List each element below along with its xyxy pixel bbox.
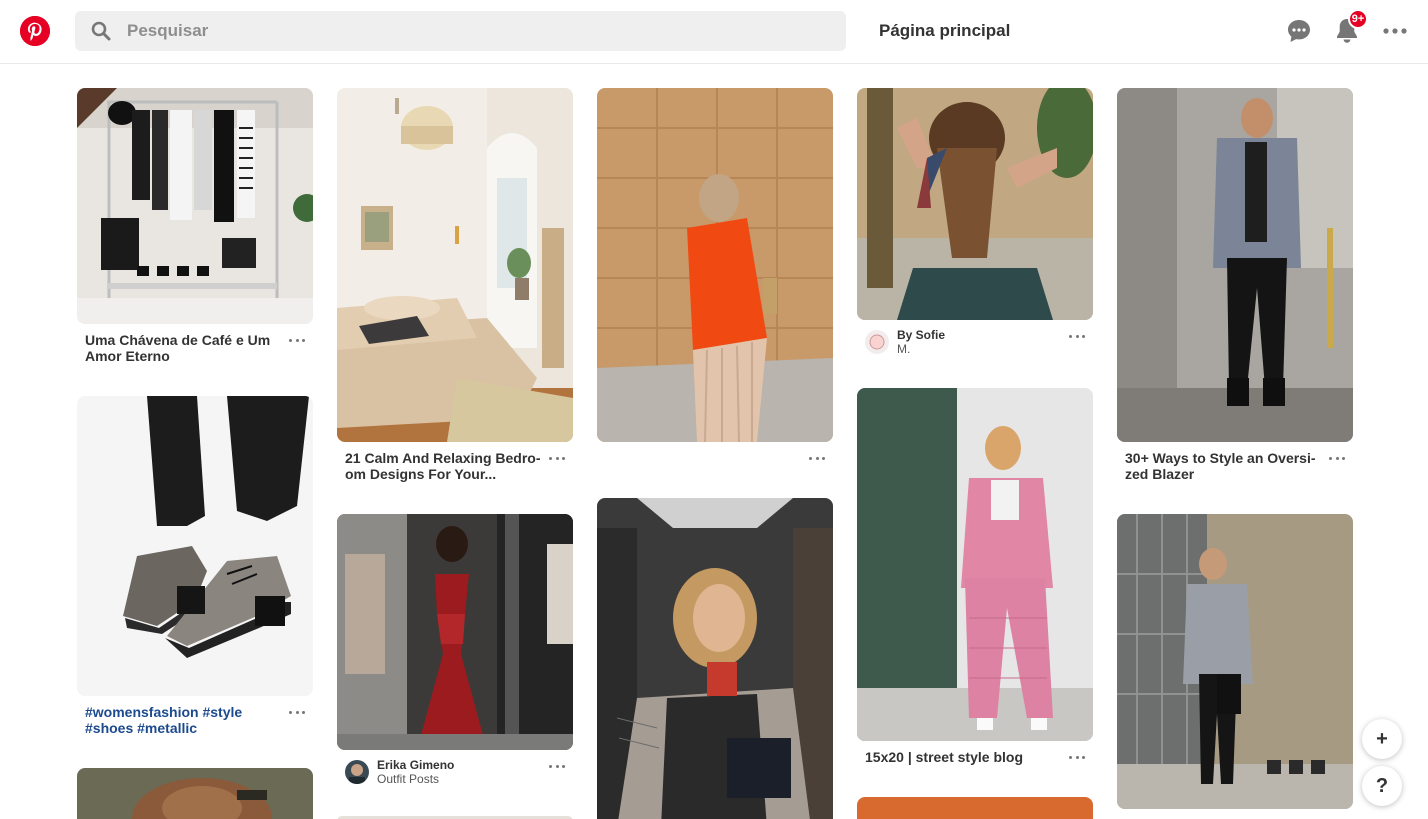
pin-user-name[interactable]: Erika Gimeno xyxy=(377,758,454,772)
pin-user-name[interactable]: By Sofie xyxy=(897,328,945,342)
red-gown-photo xyxy=(337,514,573,750)
pin-card[interactable]: 21 Calm And Relaxing Bedro-om Designs Fo… xyxy=(337,88,573,498)
pin-more-button[interactable] xyxy=(549,453,565,463)
pin-image[interactable] xyxy=(597,498,833,819)
more-options-button[interactable] xyxy=(1380,16,1410,46)
add-pin-button[interactable]: + xyxy=(1362,719,1402,759)
pin-more-button[interactable] xyxy=(289,707,305,717)
pin-card[interactable] xyxy=(857,797,1093,819)
notification-count-badge: 9+ xyxy=(1348,9,1368,29)
pin-card[interactable]: 30+ Ways to Style an Oversi-zed Blazer xyxy=(1117,88,1353,498)
pin-image[interactable] xyxy=(857,388,1093,741)
pin-image[interactable] xyxy=(77,88,313,324)
messages-button[interactable] xyxy=(1284,16,1314,46)
hair-scarf-photo xyxy=(857,88,1093,320)
pin-board-name[interactable]: M. xyxy=(897,342,910,356)
pin-card[interactable] xyxy=(1117,514,1353,809)
pin-image[interactable] xyxy=(597,88,833,442)
plus-icon: + xyxy=(1376,727,1388,750)
pin-title[interactable]: Uma Chávena de Café e Um Amor Eterno xyxy=(85,332,285,364)
search-icon xyxy=(91,21,111,41)
pin-card[interactable]: Erika Gimeno Outfit Posts xyxy=(337,514,573,814)
pin-title[interactable]: 21 Calm And Relaxing Bedro-om Designs Fo… xyxy=(345,450,545,482)
pin-card[interactable]: 15x20 | street style blog xyxy=(857,388,1093,788)
ellipsis-icon xyxy=(1383,28,1407,34)
pin-more-button[interactable] xyxy=(809,453,825,463)
question-mark-icon: ? xyxy=(1375,774,1389,797)
pin-image[interactable] xyxy=(337,88,573,442)
pin-title-hashtags[interactable]: #womensfashion #style #shoes #metallic xyxy=(85,704,285,736)
pin-more-button[interactable] xyxy=(549,761,565,771)
elevator-coffee-photo xyxy=(597,498,833,819)
orange-sweater-photo xyxy=(597,88,833,442)
pin-more-button[interactable] xyxy=(289,335,305,345)
grey-blazer-photo xyxy=(1117,88,1353,442)
pin-card[interactable]: By Sofie M. xyxy=(857,88,1093,368)
pink-suit-photo xyxy=(857,388,1093,741)
clothing-rack-photo xyxy=(77,88,313,324)
pin-image[interactable] xyxy=(77,768,313,819)
help-button[interactable]: ? xyxy=(1362,766,1402,806)
pin-more-button[interactable] xyxy=(1329,453,1345,463)
pinterest-logo[interactable] xyxy=(20,16,50,46)
pin-image[interactable] xyxy=(857,797,1093,819)
metallic-shoes-photo xyxy=(77,396,313,696)
pin-image[interactable] xyxy=(857,88,1093,320)
pin-card[interactable]: #womensfashion #style #shoes #metallic xyxy=(77,396,313,746)
search-bar[interactable] xyxy=(75,11,846,51)
pin-board-name[interactable]: Outfit Posts xyxy=(377,772,439,786)
user-avatar[interactable] xyxy=(865,330,889,354)
pin-card[interactable] xyxy=(77,768,313,819)
orange-photo xyxy=(857,797,1093,819)
pin-image[interactable] xyxy=(337,514,573,750)
pin-title[interactable]: 15x20 | street style blog xyxy=(865,749,1065,765)
hair-photo xyxy=(77,768,313,819)
top-header: Página principal 9+ xyxy=(0,0,1428,64)
pin-image[interactable] xyxy=(77,396,313,696)
avatar-photo xyxy=(345,760,369,784)
search-input[interactable] xyxy=(127,11,827,51)
bedroom-photo xyxy=(337,88,573,442)
pin-image[interactable] xyxy=(1117,514,1353,809)
home-link[interactable]: Página principal xyxy=(879,21,1010,41)
avatar-illustration xyxy=(865,330,889,354)
checked-blazer-photo xyxy=(1117,514,1353,809)
pin-image[interactable] xyxy=(1117,88,1353,442)
pin-card[interactable] xyxy=(597,88,833,478)
pin-title[interactable]: 30+ Ways to Style an Oversi-zed Blazer xyxy=(1125,450,1325,482)
pin-more-button[interactable] xyxy=(1069,752,1085,762)
pin-more-button[interactable] xyxy=(1069,331,1085,341)
chat-bubble-icon xyxy=(1288,20,1310,42)
pin-card[interactable]: Uma Chávena de Café e Um Amor Eterno xyxy=(77,88,313,378)
user-avatar[interactable] xyxy=(345,760,369,784)
pinterest-p-icon xyxy=(20,16,50,46)
pin-card[interactable] xyxy=(597,498,833,819)
